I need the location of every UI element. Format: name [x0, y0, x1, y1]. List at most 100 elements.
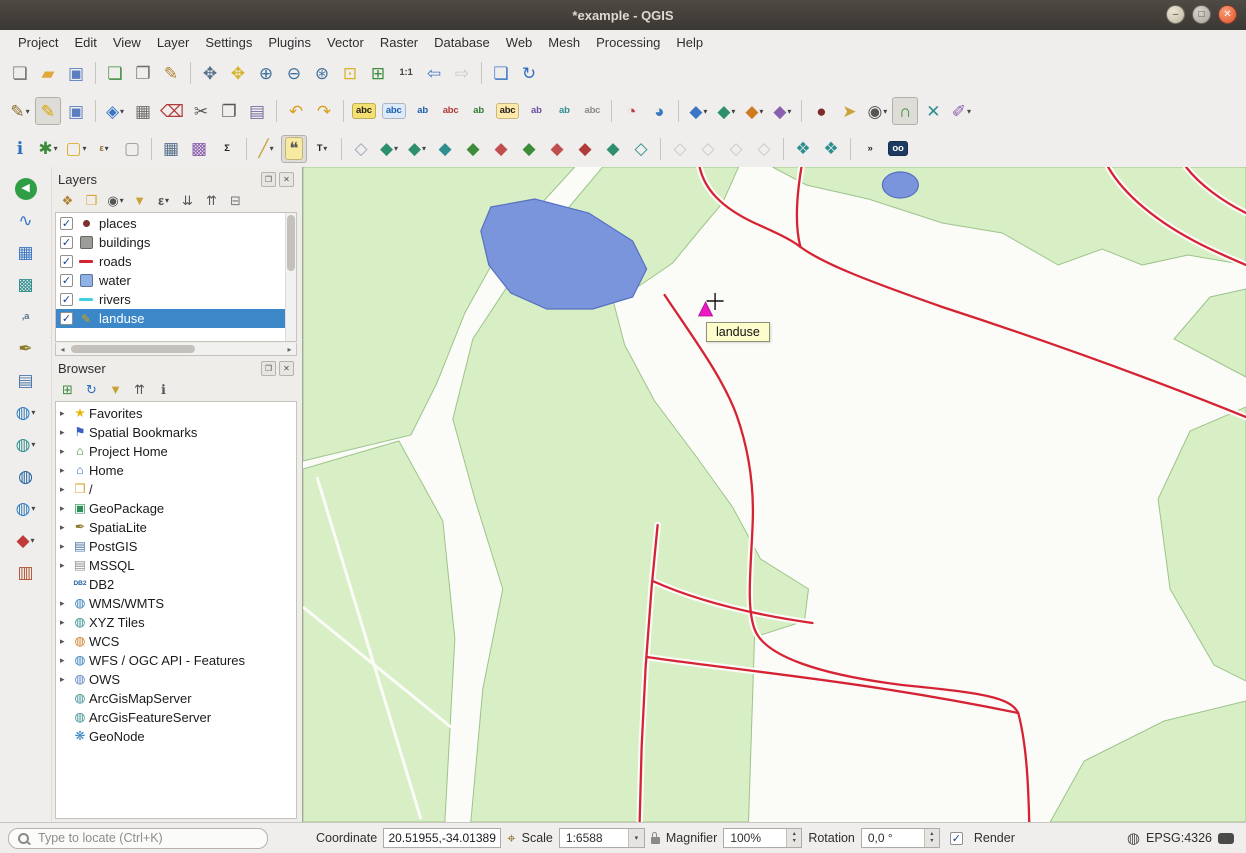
- fill-ring-icon[interactable]: ◆: [544, 135, 570, 163]
- collapse-browser-icon[interactable]: ⇈: [129, 379, 150, 399]
- layer-checkbox[interactable]: ✓: [60, 312, 73, 325]
- add-vector-layer-icon[interactable]: ∿: [8, 207, 44, 234]
- dropdown-arrow-icon[interactable]: ▾: [54, 144, 58, 153]
- zoom-full-icon[interactable]: ⊛: [309, 59, 335, 87]
- browser-item-ows[interactable]: ▸◍OWS: [56, 670, 296, 689]
- close-button[interactable]: ✕: [1218, 5, 1237, 24]
- menu-database[interactable]: Database: [426, 32, 498, 53]
- menu-plugins[interactable]: Plugins: [260, 32, 319, 53]
- layer-checkbox[interactable]: ✓: [60, 274, 73, 287]
- zoom-to-selection-icon[interactable]: ⊡: [337, 59, 363, 87]
- osm-place-search-icon[interactable]: ●: [808, 97, 834, 125]
- label-unplaced-icon[interactable]: abc: [438, 97, 464, 125]
- dropdown-arrow-icon[interactable]: ▾: [967, 107, 971, 116]
- menu-mesh[interactable]: Mesh: [540, 32, 588, 53]
- layout-manager-icon[interactable]: ❐: [130, 59, 156, 87]
- enable-tracing-icon[interactable]: ✐▾: [948, 97, 974, 125]
- expand-arrow-icon[interactable]: ▸: [60, 522, 71, 533]
- scrollbar-track[interactable]: [69, 343, 283, 355]
- dropdown-arrow-icon[interactable]: ▾: [422, 144, 426, 153]
- dropdown-arrow-icon[interactable]: ▾: [83, 144, 87, 153]
- add-wms-layer-icon[interactable]: ◍▾: [8, 399, 44, 426]
- dropdown-arrow-icon[interactable]: ▾: [120, 107, 124, 116]
- menu-view[interactable]: View: [105, 32, 149, 53]
- offset-point-symbols-icon[interactable]: ❖: [818, 135, 844, 163]
- browser-item-mssql[interactable]: ▸▤MSSQL: [56, 556, 296, 575]
- browser-item-project-home[interactable]: ▸⌂Project Home: [56, 442, 296, 461]
- split-features-icon[interactable]: ◇: [695, 135, 721, 163]
- modify-attributes-icon[interactable]: ▦: [130, 97, 156, 125]
- menu-project[interactable]: Project: [10, 32, 66, 53]
- maximize-button[interactable]: □: [1192, 5, 1211, 24]
- menu-help[interactable]: Help: [668, 32, 711, 53]
- new-print-layout-icon[interactable]: ❏: [102, 59, 128, 87]
- locate-search[interactable]: [8, 828, 268, 849]
- layer-row-water[interactable]: ✓water: [56, 271, 285, 290]
- text-annotation-icon[interactable]: T▾: [309, 135, 335, 163]
- layers-horizontal-scrollbar[interactable]: [55, 343, 297, 356]
- browser-item-wcs[interactable]: ▸◍WCS: [56, 632, 296, 651]
- filter-browser-icon[interactable]: ▼: [105, 379, 126, 399]
- dropdown-arrow-icon[interactable]: ▾: [759, 107, 763, 116]
- add-xyz-layer-icon[interactable]: ◍▾: [8, 431, 44, 458]
- change-label-icon[interactable]: abc: [579, 97, 605, 125]
- expand-arrow-icon[interactable]: ▸: [60, 617, 71, 628]
- map-tips-icon[interactable]: ❝: [281, 135, 307, 163]
- menu-settings[interactable]: Settings: [197, 32, 260, 53]
- layer-checkbox[interactable]: ✓: [60, 255, 73, 268]
- data-source-manager-icon[interactable]: ◀: [8, 175, 44, 202]
- messages-icon[interactable]: [1218, 833, 1234, 844]
- add-mesh-layer-icon[interactable]: ▩: [8, 271, 44, 298]
- menu-processing[interactable]: Processing: [588, 32, 668, 53]
- layer-checkbox[interactable]: ✓: [60, 236, 73, 249]
- layer-row-roads[interactable]: ✓roads: [56, 252, 285, 271]
- layer-row-places[interactable]: ✓places: [56, 214, 285, 233]
- manage-themes-icon[interactable]: ◉▾: [105, 190, 126, 210]
- menu-edit[interactable]: Edit: [66, 32, 104, 53]
- toggle-extents-icon[interactable]: [507, 830, 515, 847]
- scrollbar-thumb[interactable]: [287, 215, 295, 271]
- expand-arrow-icon[interactable]: ▸: [60, 560, 71, 571]
- browser-item-spatial-bookmarks[interactable]: ▸⚑Spatial Bookmarks: [56, 423, 296, 442]
- reshape-features-icon[interactable]: ◇: [667, 135, 693, 163]
- copy-move-feature-icon[interactable]: ◆▾: [404, 135, 430, 163]
- add-wcs-layer-icon[interactable]: ◍: [8, 463, 44, 490]
- magnifier-spinbox[interactable]: 100%: [723, 828, 802, 848]
- select-cursor-icon[interactable]: ➤: [836, 97, 862, 125]
- save-layer-edits-icon[interactable]: ▣: [63, 97, 89, 125]
- browser-item-[interactable]: ▸❒/: [56, 480, 296, 499]
- filter-legend-icon[interactable]: ▼: [129, 190, 150, 210]
- titlebar[interactable]: *example - QGIS –□✕: [0, 0, 1246, 31]
- zoom-next-icon[interactable]: ⇨: [449, 59, 475, 87]
- digitize-shape-icon[interactable]: ◆▾: [713, 97, 739, 125]
- delete-selected-icon[interactable]: ⌫: [158, 97, 186, 125]
- offset-curve-icon[interactable]: ◇: [628, 135, 654, 163]
- pan-to-selection-icon[interactable]: ✥: [225, 59, 251, 87]
- dropdown-arrow-icon[interactable]: ▾: [120, 196, 124, 205]
- dropdown-arrow-icon[interactable]: ▾: [165, 196, 169, 205]
- zoom-last-icon[interactable]: ⇦: [421, 59, 447, 87]
- browser-item-geopackage[interactable]: ▸▣GeoPackage: [56, 499, 296, 518]
- crs-icon[interactable]: [1127, 829, 1140, 847]
- layer-labeling-icon[interactable]: abc: [350, 97, 378, 125]
- rotate-label-icon[interactable]: ab: [551, 97, 577, 125]
- move-label-icon[interactable]: ab: [523, 97, 549, 125]
- select-by-expression-icon[interactable]: ε▾: [91, 135, 117, 163]
- simplify-feature-icon[interactable]: ◆: [460, 135, 486, 163]
- browser-item-db2[interactable]: DB2DB2: [56, 575, 296, 594]
- cut-features-icon[interactable]: ✂: [188, 97, 214, 125]
- identify-features-icon[interactable]: ℹ: [7, 135, 33, 163]
- layer-row-landuse[interactable]: ✓✎landuse: [56, 309, 285, 328]
- merge-features-icon[interactable]: ◇: [751, 135, 777, 163]
- browser-item-wms-wmts[interactable]: ▸◍WMS/WMTS: [56, 594, 296, 613]
- expand-arrow-icon[interactable]: ▸: [60, 503, 71, 514]
- layer-row-buildings[interactable]: ✓buildings: [56, 233, 285, 252]
- current-edits-icon[interactable]: ✎▾: [7, 97, 33, 125]
- browser-properties-icon[interactable]: ℹ: [153, 379, 174, 399]
- dropdown-arrow-icon[interactable]: ▾: [31, 440, 35, 449]
- redo-icon[interactable]: ↷: [311, 97, 337, 125]
- vertex-tool-icon[interactable]: ◈▾: [102, 97, 128, 125]
- layers-panel-close-button[interactable]: [279, 172, 294, 187]
- pan-map-icon[interactable]: ✥: [197, 59, 223, 87]
- dropdown-arrow-icon[interactable]: ▾: [703, 107, 707, 116]
